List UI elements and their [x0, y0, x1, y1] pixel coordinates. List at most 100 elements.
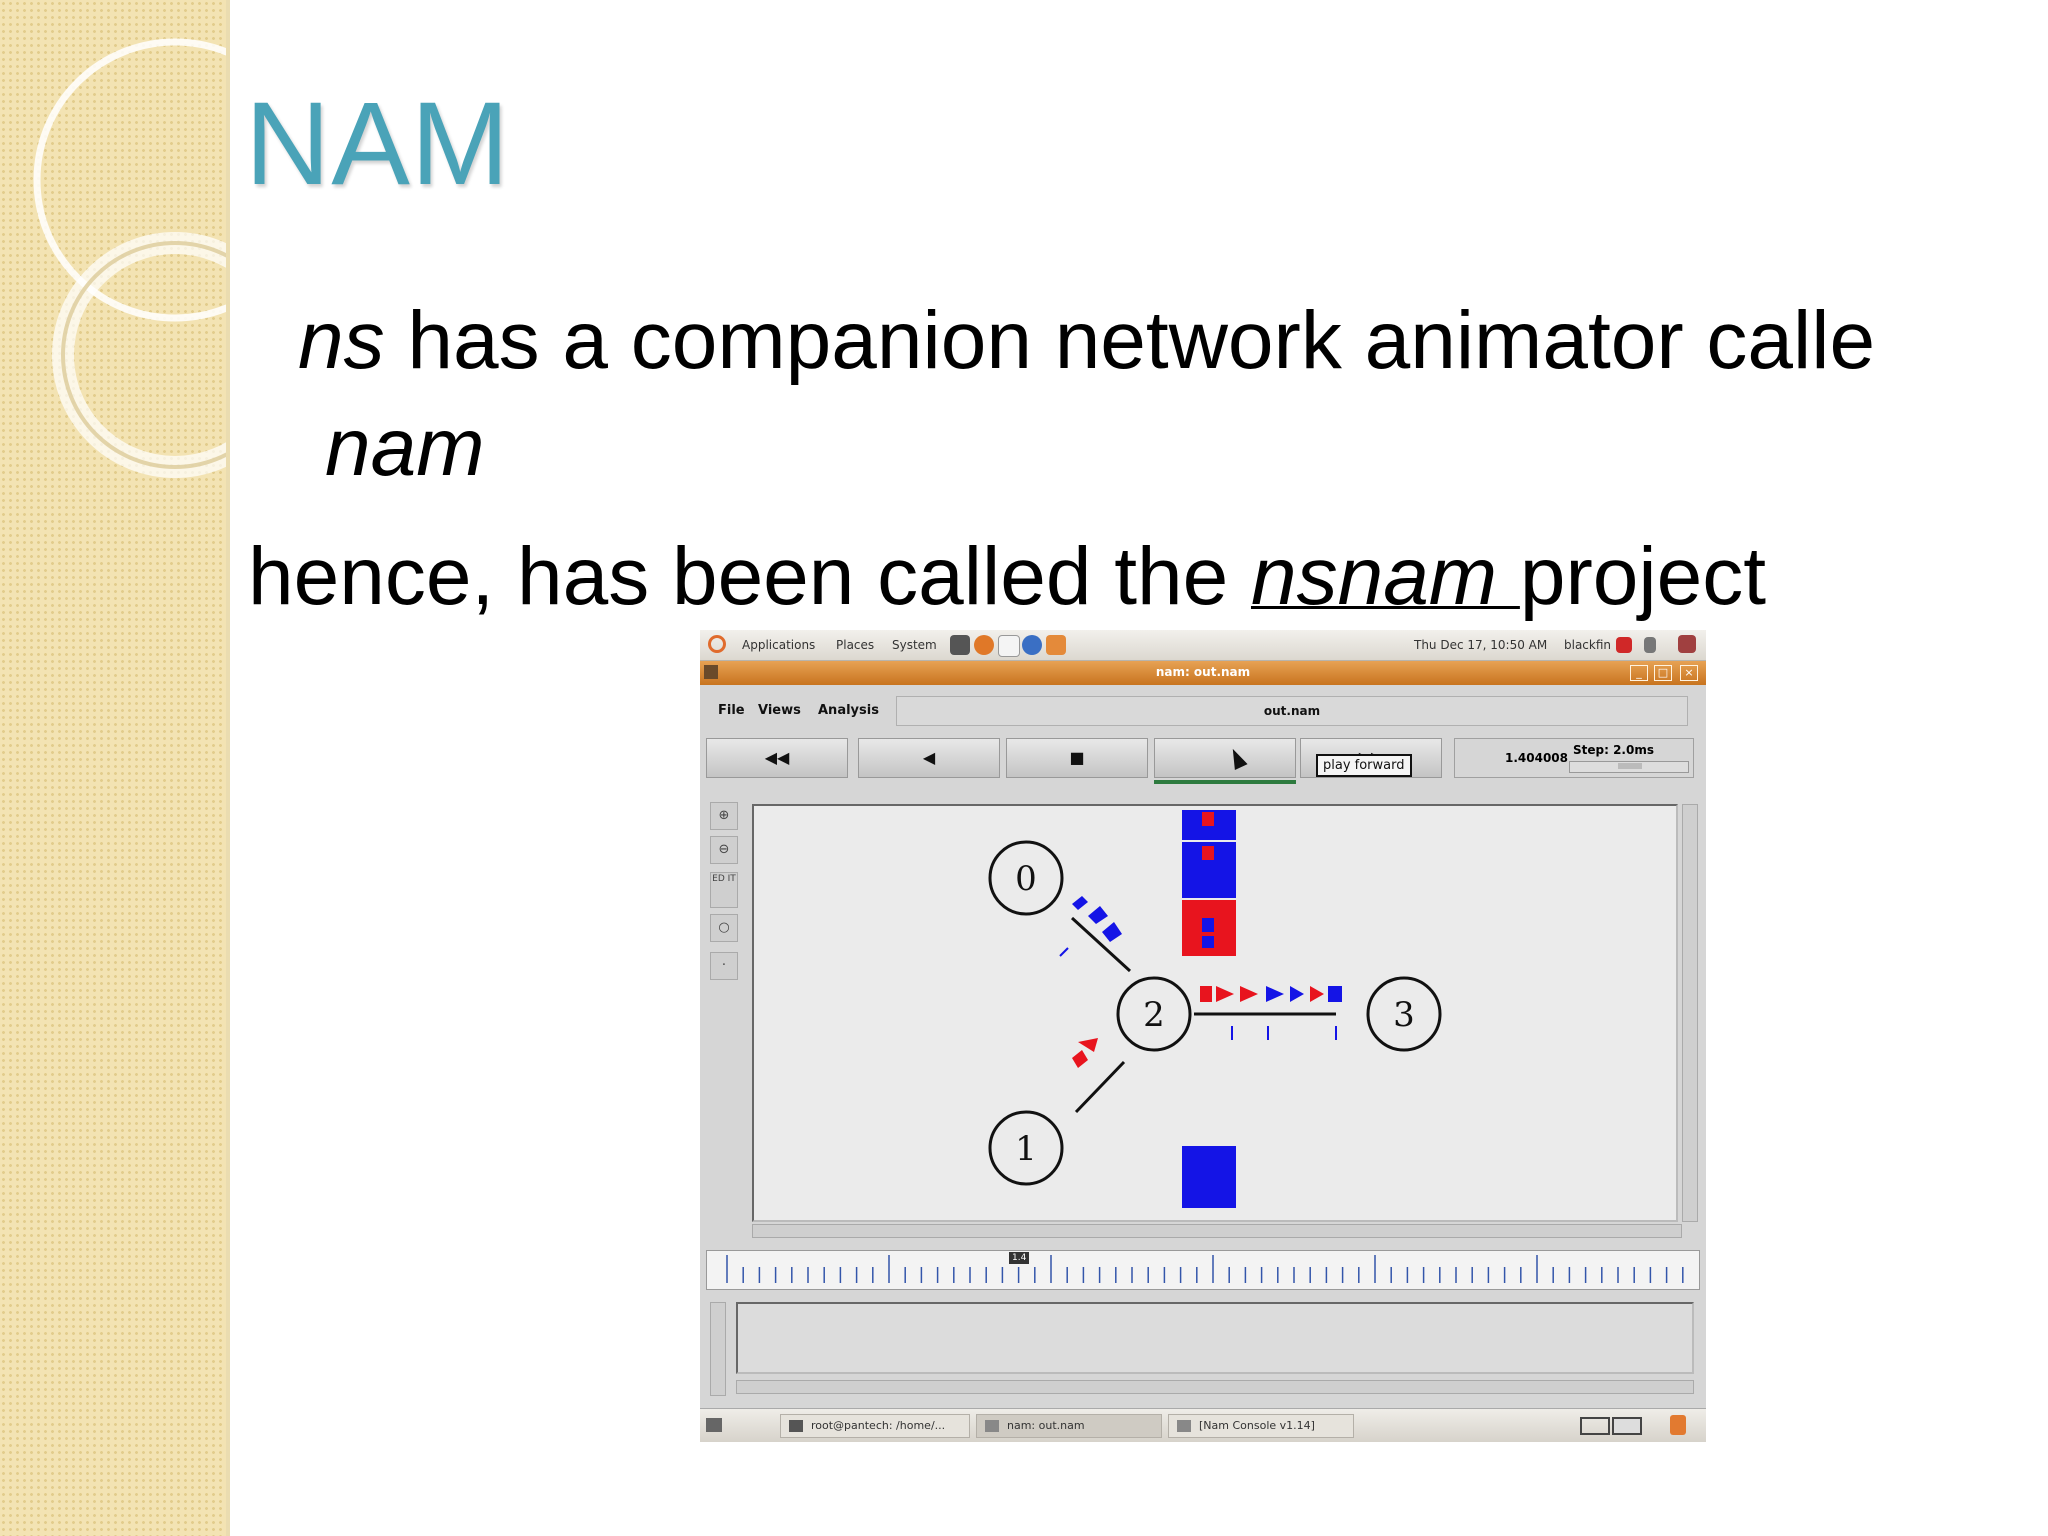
- menu-file[interactable]: File: [718, 703, 745, 718]
- packet: [1310, 986, 1324, 1002]
- node-3-label: 3: [1393, 995, 1415, 1035]
- play-active-indicator: [1154, 780, 1296, 784]
- time-slider[interactable]: 1.4: [706, 1250, 1700, 1290]
- mail-icon[interactable]: [998, 635, 1020, 657]
- rewind-button[interactable]: ◀◀: [706, 738, 848, 778]
- line3-end: project: [1519, 531, 1767, 622]
- ubuntu-logo-icon[interactable]: [708, 635, 726, 653]
- nam-screenshot: Applications Places System Thu Dec 17, 1…: [700, 630, 1706, 1442]
- step-label: Step: 2.0ms: [1573, 743, 1654, 757]
- task-nam-label: nam: out.nam: [1007, 1419, 1085, 1432]
- play-backward-button[interactable]: ◀: [858, 738, 1000, 778]
- canvas-horizontal-scrollbar[interactable]: [752, 1224, 1682, 1238]
- body-line-2: nam: [325, 402, 485, 493]
- panel-menu-applications[interactable]: Applications: [742, 638, 815, 652]
- menu-views[interactable]: Views: [758, 703, 801, 718]
- play-forward-button[interactable]: [1154, 738, 1296, 778]
- node-1-label: 1: [1015, 1129, 1037, 1169]
- zoom-in-icon[interactable]: ⊕: [710, 802, 738, 830]
- edit-tool[interactable]: ED IT: [710, 872, 738, 908]
- minimize-icon[interactable]: _: [1630, 665, 1648, 681]
- task-nam-console[interactable]: [Nam Console v1.14]: [1168, 1414, 1354, 1438]
- step-slider[interactable]: [1569, 761, 1689, 773]
- circle-icon[interactable]: ○: [710, 914, 738, 942]
- current-time: 1.404008: [1505, 751, 1569, 765]
- decorative-circles: [33, 38, 226, 478]
- sidebar-edge: [226, 0, 230, 1536]
- slide-title: NAM: [245, 78, 511, 210]
- queue-packet: [1182, 1146, 1236, 1208]
- update-icon[interactable]: [1046, 635, 1066, 655]
- window-icon: [985, 1420, 999, 1432]
- volume-icon[interactable]: [1644, 637, 1656, 653]
- canvas-vertical-scrollbar[interactable]: [1682, 804, 1698, 1222]
- firefox-icon[interactable]: [974, 635, 994, 655]
- show-desktop-icon[interactable]: [706, 1418, 722, 1432]
- panel-user[interactable]: blackfin: [1564, 638, 1611, 652]
- console-vertical-scrollbar[interactable]: [710, 1302, 726, 1396]
- packet: [1072, 896, 1088, 910]
- gnome-panel: Applications Places System Thu Dec 17, 1…: [700, 630, 1706, 661]
- timeline-ticks: [726, 1255, 1684, 1283]
- menu-analysis[interactable]: Analysis: [818, 703, 879, 718]
- step-slider-handle[interactable]: [1618, 763, 1642, 769]
- node-0-label: 0: [1015, 859, 1037, 899]
- console-horizontal-scrollbar[interactable]: [736, 1380, 1694, 1394]
- filename-field: out.nam: [896, 696, 1688, 726]
- line1-text: has a companion network animator calle: [384, 295, 1876, 386]
- task-nam-window[interactable]: nam: out.nam: [976, 1414, 1162, 1438]
- body-line-1: ns has a companion network animator call…: [298, 295, 1876, 386]
- link-0-2: [1070, 916, 1132, 973]
- packet: [1078, 1038, 1098, 1052]
- workspace-1-icon[interactable]: [1580, 1417, 1610, 1435]
- decorative-sidebar: [0, 0, 226, 1536]
- help-icon[interactable]: [1022, 635, 1042, 655]
- view-tools: ⊕ ⊖ ED IT ○ ·: [710, 802, 738, 1002]
- workspace-2-icon[interactable]: [1612, 1417, 1642, 1435]
- packet: [1102, 922, 1122, 942]
- task-terminal-label: root@pantech: /home/...: [811, 1419, 946, 1432]
- node-2-label: 2: [1143, 995, 1165, 1035]
- window-icon: [1177, 1420, 1191, 1432]
- terminal-icon: [789, 1420, 803, 1432]
- maximize-icon[interactable]: □: [1654, 665, 1672, 681]
- stop-button[interactable]: ■: [1006, 738, 1148, 778]
- shutdown-icon[interactable]: [1616, 637, 1632, 653]
- packet: [1072, 1050, 1088, 1068]
- close-icon[interactable]: ×: [1680, 665, 1698, 681]
- annotation-panel[interactable]: [736, 1302, 1694, 1374]
- timeline-marker[interactable]: 1.4: [1009, 1252, 1030, 1264]
- panel-clock[interactable]: Thu Dec 17, 10:50 AM: [1414, 638, 1547, 652]
- packet: [1200, 986, 1212, 1002]
- zoom-out-icon[interactable]: ⊖: [710, 836, 738, 864]
- dot-icon[interactable]: ·: [710, 952, 738, 980]
- packet: [1088, 906, 1108, 924]
- panel-menu-places[interactable]: Places: [836, 638, 874, 652]
- body-line-3: hence, has been called the nsnam project: [248, 531, 1767, 622]
- window-titlebar[interactable]: nam: out.nam _ □ ×: [700, 661, 1706, 685]
- queue-packet: [1202, 918, 1214, 932]
- task-console-label: [Nam Console v1.14]: [1199, 1419, 1315, 1432]
- queue-packet: [1202, 846, 1214, 860]
- packet: [1240, 986, 1258, 1002]
- line3-text: hence, has been called the: [248, 531, 1251, 622]
- terminal-icon[interactable]: [950, 635, 970, 655]
- packet-trace: [1059, 947, 1069, 957]
- window-title: nam: out.nam: [1155, 665, 1251, 679]
- queue-packet: [1202, 936, 1214, 948]
- task-terminal[interactable]: root@pantech: /home/...: [780, 1414, 970, 1438]
- animation-canvas[interactable]: 0 1 2 3: [752, 804, 1678, 1222]
- trash-icon[interactable]: [1670, 1415, 1686, 1435]
- play-forward-tooltip: play forward: [1316, 754, 1412, 777]
- ns-term: ns: [298, 295, 385, 386]
- panel-menu-system[interactable]: System: [892, 638, 937, 652]
- link-1-2: [1074, 1060, 1126, 1114]
- topology-svg: 0 1 2 3: [988, 810, 1442, 1208]
- time-step-panel: 1.404008 Step: 2.0ms: [1454, 738, 1694, 778]
- playback-toolbar: ◀◀ ◀ ■ ▶▶ 1.404008 Step: 2.0ms play forw…: [706, 736, 1700, 784]
- packet: [1216, 986, 1234, 1002]
- packet: [1290, 986, 1304, 1002]
- nsnam-term: nsnam: [1250, 531, 1520, 622]
- network-icon[interactable]: [1678, 635, 1696, 653]
- nam-menubar: File Views Analysis out.nam: [706, 694, 1700, 728]
